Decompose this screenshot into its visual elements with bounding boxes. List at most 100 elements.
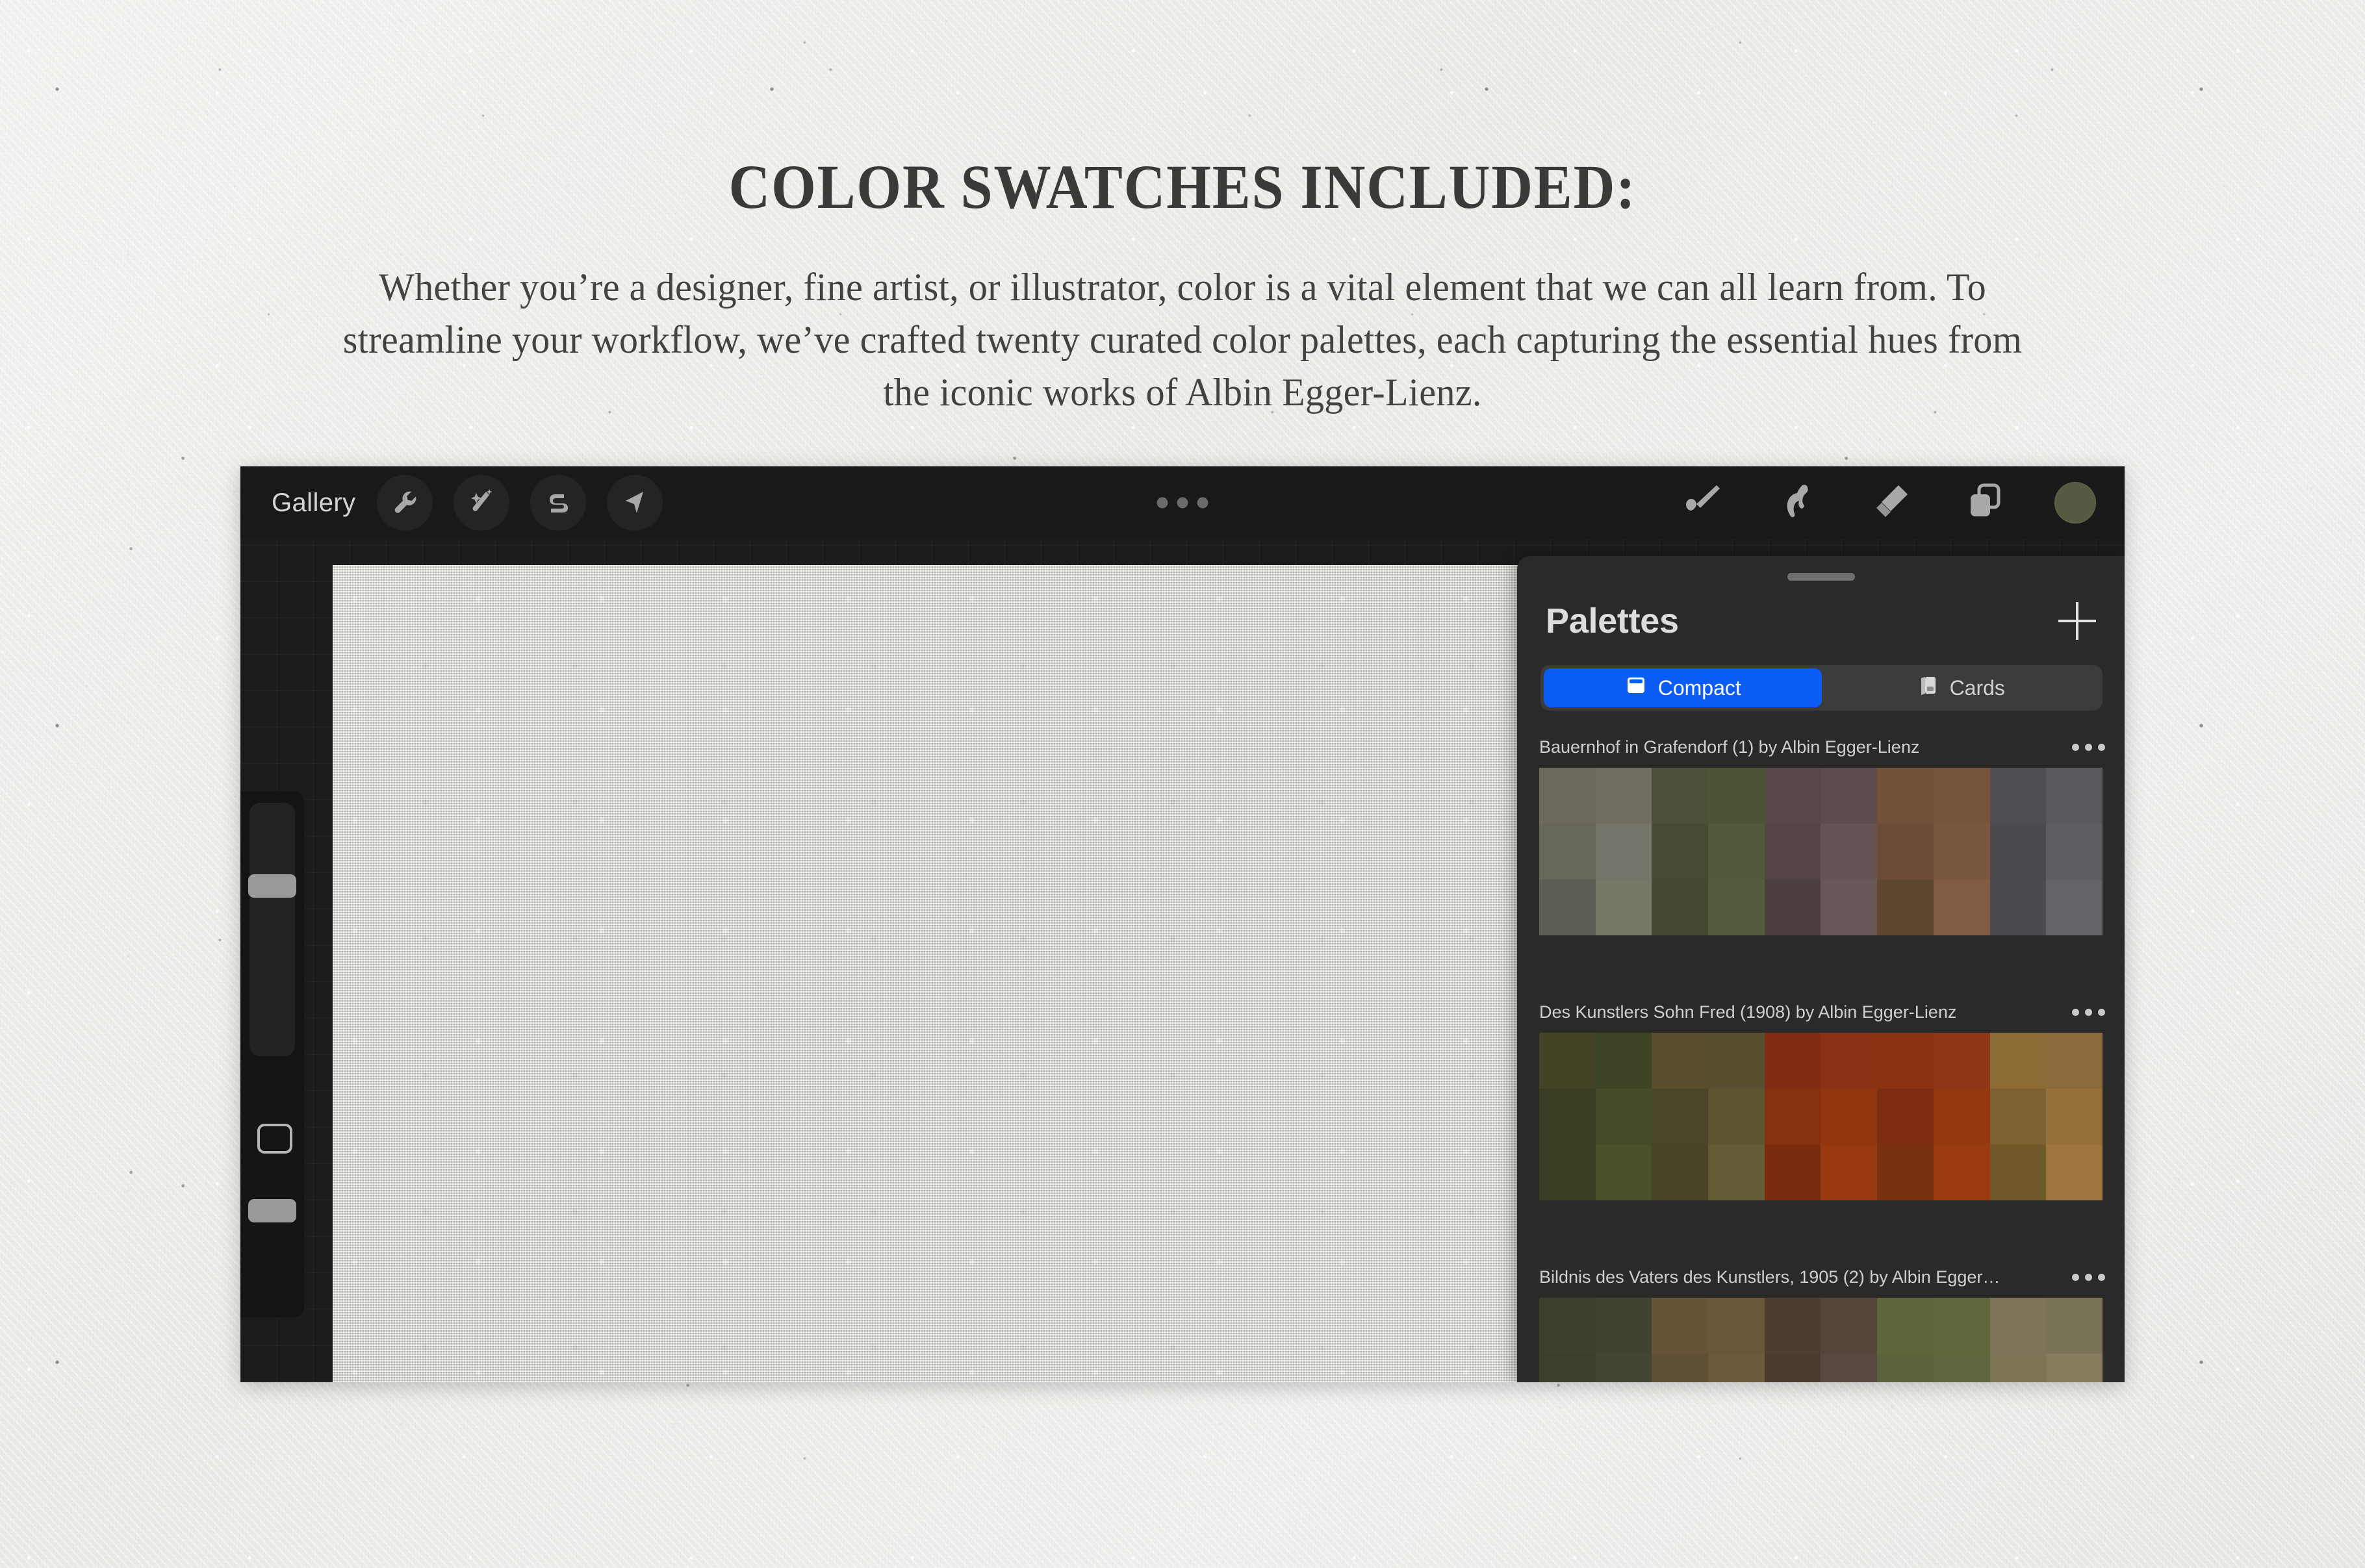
color-swatch[interactable] [1821,1354,1878,1382]
color-swatch[interactable] [1821,824,1878,879]
color-swatch[interactable] [1821,1144,1878,1200]
color-swatch[interactable] [1821,879,1878,935]
color-swatch[interactable] [1595,1298,1652,1354]
color-swatch[interactable] [1539,1144,1596,1200]
selection-button[interactable] [530,475,586,531]
color-swatch[interactable] [1539,879,1596,935]
color-swatch[interactable] [1708,879,1765,935]
color-swatch[interactable] [1933,1089,1990,1144]
color-swatch[interactable] [1652,824,1709,879]
tab-cards[interactable]: Cards [1822,668,2100,707]
color-swatch[interactable] [1595,879,1652,935]
color-swatch[interactable] [1595,1354,1652,1382]
color-swatch[interactable] [1989,1089,2047,1144]
palette-options-icon[interactable] [2062,1273,2105,1281]
layers-button[interactable] [1961,476,2009,529]
actions-button[interactable] [376,475,433,531]
color-swatch[interactable] [1595,768,1652,824]
color-swatch[interactable] [2046,768,2103,824]
color-swatch[interactable] [1764,1144,1821,1200]
gallery-button[interactable]: Gallery [272,488,356,518]
color-swatch[interactable] [1877,824,1934,879]
tab-compact[interactable]: Compact [1544,668,1822,707]
color-swatch[interactable] [1764,768,1821,824]
palette-options-icon[interactable] [2062,1008,2105,1016]
color-swatch[interactable] [1821,768,1878,824]
color-swatch[interactable] [1539,1298,1596,1354]
color-swatch[interactable] [1652,768,1709,824]
color-swatch[interactable] [1652,1354,1709,1382]
color-swatch[interactable] [1708,768,1765,824]
color-swatch[interactable] [1933,879,1990,935]
color-swatch[interactable] [1652,1298,1709,1354]
color-swatch[interactable] [1877,1354,1934,1382]
color-swatch[interactable] [1989,1354,2047,1382]
opacity-slider-thumb[interactable] [248,1199,296,1222]
palette-options-icon[interactable] [2062,743,2105,751]
transform-button[interactable] [606,475,663,531]
color-swatch[interactable] [1764,824,1821,879]
color-swatch[interactable] [1708,1354,1765,1382]
brush-size-slider-thumb[interactable] [248,874,296,898]
color-swatch[interactable] [1989,879,2047,935]
color-swatch[interactable] [1821,1033,1878,1089]
color-swatch[interactable] [1652,1089,1709,1144]
color-swatch[interactable] [1877,879,1934,935]
color-swatch[interactable] [1933,824,1990,879]
color-swatch[interactable] [1933,1033,1990,1089]
color-swatch[interactable] [2046,1033,2103,1089]
color-swatch[interactable] [1989,1298,2047,1354]
color-swatch[interactable] [1708,1144,1765,1200]
color-swatch[interactable] [1877,1089,1934,1144]
color-swatch[interactable] [2046,1298,2103,1354]
color-swatch[interactable] [2046,1144,2103,1200]
color-swatch[interactable] [1652,1144,1709,1200]
color-swatch[interactable] [1821,1298,1878,1354]
color-swatch[interactable] [1764,1033,1821,1089]
color-swatch[interactable] [1764,879,1821,935]
add-palette-button[interactable] [2058,602,2096,640]
color-swatch[interactable] [2046,1354,2103,1382]
color-swatch[interactable] [1652,879,1709,935]
color-swatch[interactable] [1708,1089,1765,1144]
color-swatch[interactable] [1708,1033,1765,1089]
color-swatch[interactable] [2046,824,2103,879]
color-swatch[interactable] [1764,1298,1821,1354]
color-swatch[interactable] [1595,824,1652,879]
color-swatch[interactable] [1933,768,1990,824]
color-swatch[interactable] [1539,768,1596,824]
erase-button[interactable] [1867,476,1915,529]
color-swatch[interactable] [1989,1033,2047,1089]
more-options-icon[interactable] [1157,497,1208,509]
color-swatch[interactable] [1652,1033,1709,1089]
color-swatch[interactable] [1595,1089,1652,1144]
color-swatch-button[interactable] [2054,482,2096,524]
color-swatch[interactable] [1877,1298,1934,1354]
color-swatch[interactable] [1539,1089,1596,1144]
color-swatch[interactable] [1877,1144,1934,1200]
color-swatch[interactable] [1708,1298,1765,1354]
paint-button[interactable] [1680,476,1728,529]
color-swatch[interactable] [1877,768,1934,824]
color-swatch[interactable] [1595,1144,1652,1200]
color-swatch[interactable] [1877,1033,1934,1089]
modify-button[interactable] [257,1124,292,1154]
color-swatch[interactable] [2046,1089,2103,1144]
color-swatch[interactable] [1539,1033,1596,1089]
color-swatch[interactable] [1821,1089,1878,1144]
color-swatch[interactable] [1595,1033,1652,1089]
color-swatch[interactable] [2046,879,2103,935]
adjustments-button[interactable] [453,475,509,531]
color-swatch[interactable] [1989,768,2047,824]
color-swatch[interactable] [1933,1144,1990,1200]
color-swatch[interactable] [1764,1354,1821,1382]
color-swatch[interactable] [1708,824,1765,879]
color-swatch[interactable] [1764,1089,1821,1144]
color-swatch[interactable] [1933,1354,1990,1382]
color-swatch[interactable] [1539,824,1596,879]
color-swatch[interactable] [1933,1298,1990,1354]
color-swatch[interactable] [1539,1354,1596,1382]
brush-size-slider[interactable] [249,803,295,1056]
smudge-button[interactable] [1774,476,1822,529]
color-swatch[interactable] [1989,824,2047,879]
